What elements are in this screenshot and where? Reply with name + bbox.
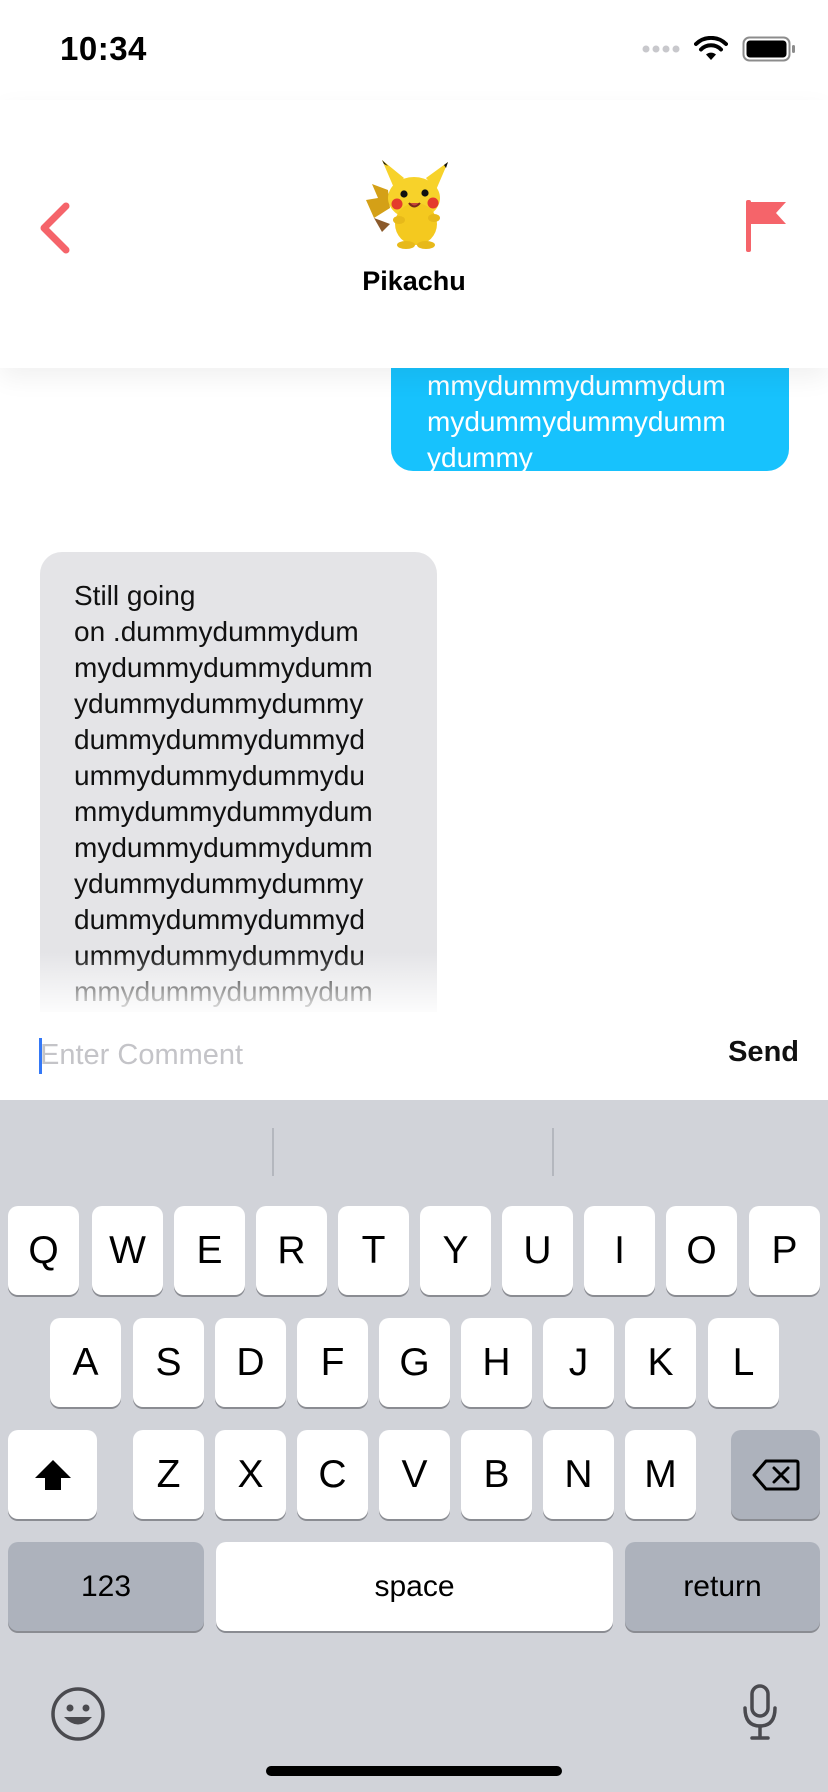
key-g[interactable]: G [379,1318,450,1407]
key-l[interactable]: L [708,1318,779,1407]
key-j[interactable]: J [543,1318,614,1407]
home-indicator [266,1766,562,1776]
chat-header: Pikachu [0,100,828,368]
back-chevron-icon [40,202,70,254]
return-key-label: return [683,1569,762,1603]
key-s[interactable]: S [133,1318,204,1407]
shift-key[interactable] [8,1430,97,1519]
key-m[interactable]: M [625,1430,696,1519]
chat-thread[interactable]: mmydummydummydum mydummydummydumm ydummy… [0,368,828,1012]
wifi-icon [694,36,728,60]
status-bar: 10:34 [0,0,828,100]
emoji-icon[interactable] [50,1686,106,1742]
space-key-label: space [374,1569,455,1603]
contact-name: Pikachu [362,266,466,296]
key-h[interactable]: H [461,1318,532,1407]
return-key[interactable]: return [625,1542,820,1631]
shift-icon [34,1459,71,1490]
back-button[interactable] [36,200,76,256]
key-p[interactable]: P [749,1206,820,1295]
key-e[interactable]: E [174,1206,245,1295]
avatar [366,160,448,249]
microphone-icon[interactable] [742,1684,778,1742]
comment-bar: Send [0,1012,828,1100]
key-v[interactable]: V [379,1430,450,1519]
key-c[interactable]: C [297,1430,368,1519]
text-caret [39,1038,42,1074]
signal-icon [642,45,680,53]
key-x[interactable]: X [215,1430,286,1519]
flag-icon [746,200,786,252]
keyboard: Q W E R T Y U I O P A S D F G H J K L Z … [0,1100,828,1792]
key-w[interactable]: W [92,1206,163,1295]
key-n[interactable]: N [543,1430,614,1519]
battery-icon [742,36,795,62]
suggestion-bar[interactable] [0,1100,828,1188]
key-b[interactable]: B [461,1430,532,1519]
key-o[interactable]: O [666,1206,737,1295]
key-r[interactable]: R [256,1206,327,1295]
report-button[interactable] [742,196,792,256]
comment-input[interactable] [40,1030,680,1080]
chat-fade [0,952,828,1012]
send-button[interactable]: Send [728,1036,799,1069]
backspace-icon [752,1459,799,1490]
suggestion-divider [552,1128,554,1176]
key-k[interactable]: K [625,1318,696,1407]
key-u[interactable]: U [502,1206,573,1295]
numbers-key[interactable]: 123 [8,1542,204,1631]
numbers-key-label: 123 [80,1569,132,1603]
backspace-key[interactable] [731,1430,820,1519]
key-f[interactable]: F [297,1318,368,1407]
status-icons [642,36,796,62]
space-key[interactable]: space [216,1542,613,1631]
key-d[interactable]: D [215,1318,286,1407]
status-time: 10:34 [60,30,147,67]
key-i[interactable]: I [584,1206,655,1295]
key-z[interactable]: Z [133,1430,204,1519]
key-y[interactable]: Y [420,1206,491,1295]
suggestion-divider [272,1128,274,1176]
key-a[interactable]: A [50,1318,121,1407]
outgoing-message: mmydummydummydum mydummydummydumm ydummy [391,368,789,471]
key-q[interactable]: Q [8,1206,79,1295]
key-t[interactable]: T [338,1206,409,1295]
incoming-message: Still going on .dummydummydum mydummydum… [40,552,437,1012]
